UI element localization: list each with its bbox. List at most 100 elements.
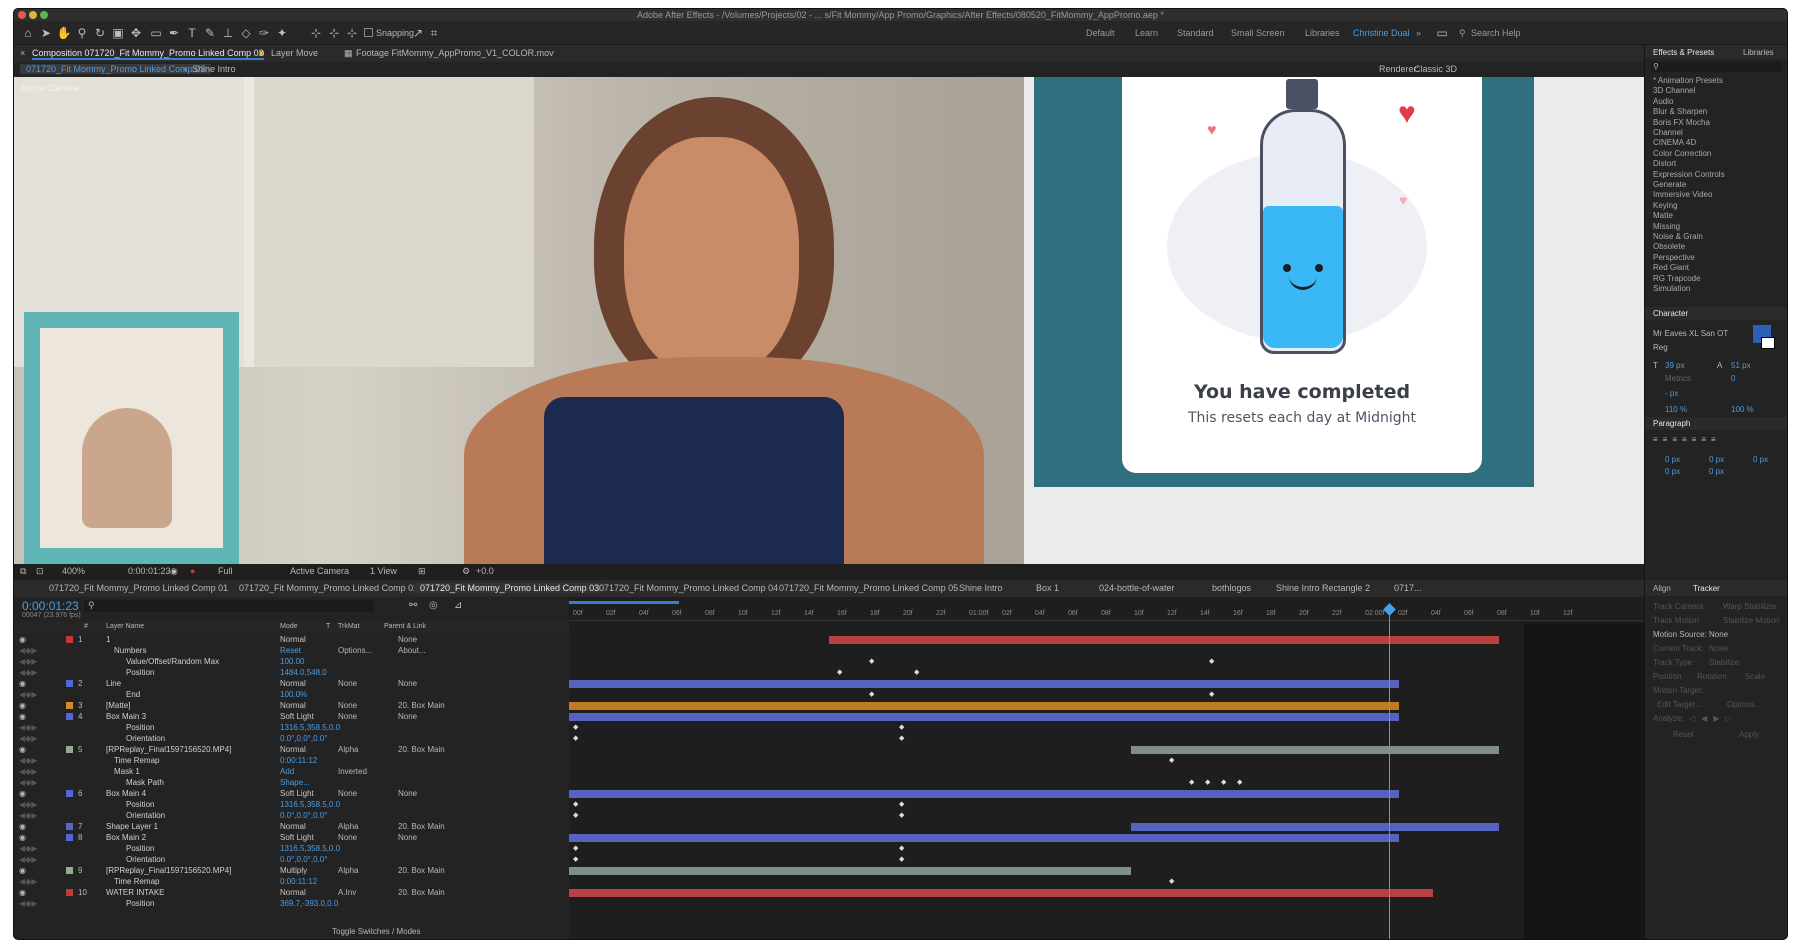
layer-name[interactable]: Box Main 2 [106,833,146,842]
camera-dropdown[interactable]: Active Camera [290,566,349,576]
layer-name[interactable]: [RPReplay_Final1597156520.MP4] [106,866,231,875]
layer-duration-bar[interactable] [569,889,1433,897]
graph-editor-icon[interactable]: ⊿ [454,600,462,611]
keyframe-icon[interactable]: ◆ [573,723,578,731]
keyframe-icon[interactable]: ◆ [573,811,578,819]
timeline-tab-bothlogos[interactable]: bothlogos [1212,583,1251,593]
tab-composition[interactable]: Composition 071720_Fit Mommy_Promo Linke… [32,48,264,60]
label-color-swatch[interactable] [66,889,73,896]
layer-mode[interactable]: 0:00:11:12 [280,756,317,765]
keyframe-icon[interactable]: ◆ [899,844,904,852]
layer-name[interactable]: Box Main 4 [106,789,146,798]
keyframe-icon[interactable]: ◆ [573,800,578,808]
breadcrumb-shine-intro[interactable]: Shine Intro [192,64,236,74]
layer-trkmat[interactable]: None [338,833,357,842]
playhead[interactable] [1389,607,1390,939]
snapshot-icon[interactable]: ◉ [170,566,178,577]
layer-name[interactable]: End [126,690,140,699]
effect-category-item[interactable]: Channel [1653,128,1683,137]
pan-behind-tool-icon[interactable]: ✥ [128,25,144,41]
keyframe-icon[interactable]: ◆ [573,844,578,852]
layer-mode[interactable]: Normal [280,822,306,831]
keyframe-nav-icon[interactable]: ◀◆▶ [19,657,37,666]
options-button[interactable]: Options... [1727,700,1761,709]
keyframe-icon[interactable]: ◆ [899,800,904,808]
layer-mode[interactable]: 100.00 [280,657,304,666]
rectangle-tool-icon[interactable]: ▭ [148,25,164,41]
visibility-eye-icon[interactable]: ◉ [19,822,26,831]
layer-name[interactable]: Time Remap [114,756,160,765]
layer-name[interactable]: Position [126,668,154,677]
zoom-window-button[interactable] [40,11,48,19]
layer-trkmat[interactable]: Alpha [338,866,358,875]
layer-name[interactable]: Box Main 3 [106,712,146,721]
timeline-tab-bottle[interactable]: 024-bottle-of-water [1099,583,1175,593]
roto-brush-tool-icon[interactable]: ✑ [256,25,272,41]
label-color-swatch[interactable] [66,713,73,720]
axis-local-icon[interactable]: ⊹ [308,25,324,41]
label-color-swatch[interactable] [66,702,73,709]
workspace-overflow-icon[interactable]: » [1416,28,1421,38]
layer-name[interactable]: Line [106,679,121,688]
layer-trkmat[interactable]: None [338,789,357,798]
keyframe-nav-icon[interactable]: ◀◆▶ [19,778,37,787]
layer-mode[interactable]: Multiply [280,866,307,875]
layer-name[interactable]: Shape Layer 1 [106,822,158,831]
layer-name[interactable]: Mask Path [126,778,164,787]
close-window-button[interactable] [18,11,26,19]
visibility-eye-icon[interactable]: ◉ [19,888,26,897]
workspace-standard[interactable]: Standard [1177,28,1214,38]
zoom-tool-icon[interactable]: ⚲ [74,25,90,41]
indent-left-value[interactable]: 0 px [1665,455,1680,464]
tab-footage[interactable]: Footage FitMommy_AppPromo_V1_COLOR.mov [356,48,554,58]
label-color-swatch[interactable] [66,746,73,753]
layer-mode[interactable]: Normal [280,635,306,644]
work-area-bar[interactable] [569,601,679,604]
keyframe-icon[interactable]: ◆ [1189,778,1194,786]
hand-tool-icon[interactable]: ✋ [56,25,72,41]
keyframe-icon[interactable]: ◆ [1221,778,1226,786]
keyframe-icon[interactable]: ◆ [1169,756,1174,764]
safe-zones-icon[interactable]: ⊡ [36,566,44,577]
layer-mode[interactable]: 369.7,-393.0,0.0 [280,899,338,908]
effect-category-item[interactable]: Obsolete [1653,242,1685,251]
timeline-tab-comp02[interactable]: 071720_Fit Mommy_Promo Linked Comp 02 [239,583,418,593]
layer-trkmat[interactable]: Options... [338,646,372,655]
font-style-dropdown[interactable]: Reg [1653,343,1668,352]
magnification-dropdown[interactable]: 400% [62,566,85,576]
rotate-tool-icon[interactable]: ↻ [92,25,108,41]
timeline-tab-comp05[interactable]: 071720_Fit Mommy_Promo Linked Comp 05 [779,583,958,593]
keyframe-icon[interactable]: ◆ [1237,778,1242,786]
font-family-dropdown[interactable]: Mr Eaves XL San OT [1653,329,1728,338]
horizontal-scale-value[interactable]: 100 % [1731,405,1754,414]
layer-mode[interactable]: Normal [280,745,306,754]
workspace-default[interactable]: Default [1086,28,1115,38]
draft-3d-icon[interactable]: ⚯ [409,600,417,611]
eraser-tool-icon[interactable]: ◇ [238,25,254,41]
timeline-tab-overflow[interactable]: 0717... [1394,583,1422,593]
current-track-dropdown[interactable]: None [1709,644,1728,653]
layer-duration-bar[interactable] [829,636,1499,644]
layer-mode[interactable]: 1316.5,358.5,0.0 [280,844,340,853]
timeline-timecode[interactable]: 0:00:01:23 [22,599,79,613]
label-color-swatch[interactable] [66,823,73,830]
warp-stabilizer-button[interactable]: Warp Stabilizer [1723,602,1777,611]
keyframe-icon[interactable]: ◆ [1169,877,1174,885]
layer-parent[interactable]: About... [398,646,426,655]
brush-tool-icon[interactable]: ✎ [202,25,218,41]
effect-category-item[interactable]: Expression Controls [1653,170,1725,179]
apply-button[interactable]: Apply [1739,730,1759,739]
property-row[interactable]: ◀◆▶ Position 369.7,-393.0,0.0 [14,898,569,910]
layer-mode[interactable]: 1484.0,548.0 [280,668,327,677]
edit-target-button[interactable]: Edit Target... [1657,700,1702,709]
effect-category-item[interactable]: Noise & Grain [1653,232,1703,241]
layer-duration-bar[interactable] [569,834,1399,842]
layer-name[interactable]: Position [126,800,154,809]
exposure-value[interactable]: +0.0 [476,566,494,576]
layer-name[interactable]: Orientation [126,734,165,743]
keyframe-nav-icon[interactable]: ◀◆▶ [19,646,37,655]
leading-value[interactable]: 51 px [1731,361,1751,370]
keyframe-nav-icon[interactable]: ◀◆▶ [19,767,37,776]
tab-libraries[interactable]: Libraries [1743,48,1774,57]
keyframe-nav-icon[interactable]: ◀◆▶ [19,855,37,864]
